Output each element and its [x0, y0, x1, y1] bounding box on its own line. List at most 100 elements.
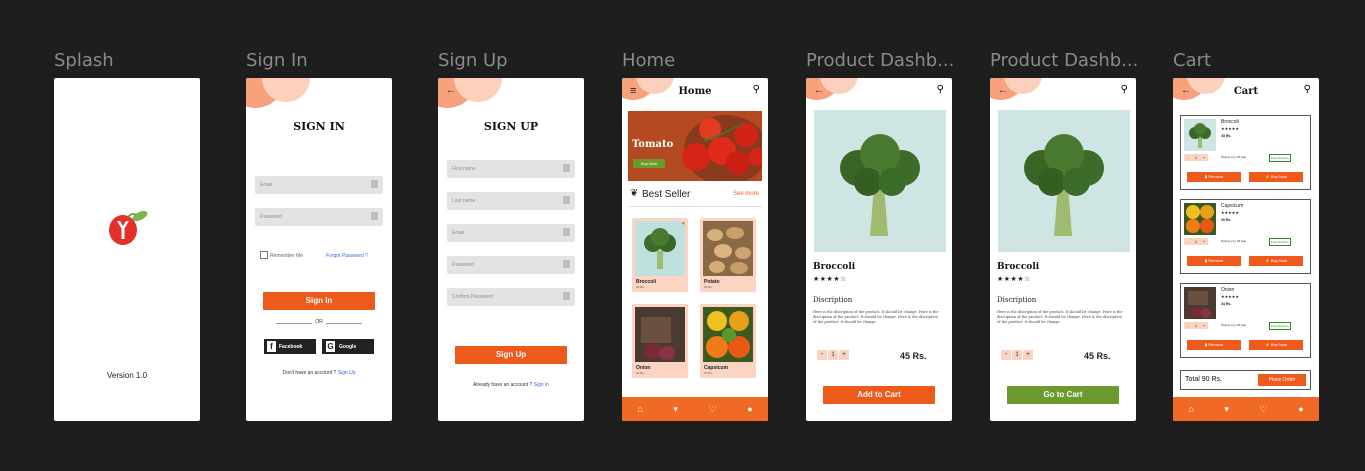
- frame-label-cart: Cart: [1173, 50, 1212, 71]
- qty-plus-button[interactable]: +: [1200, 154, 1208, 161]
- qty-plus-button[interactable]: +: [839, 350, 849, 360]
- product-screen: ← ⚲ Broccoli ★★★★☆ Discription Here is t…: [990, 78, 1136, 421]
- bolt-icon: ⚡: [1264, 258, 1270, 263]
- lastname-placeholder: Last name: [452, 198, 476, 204]
- forgot-password-link[interactable]: Forgot Password ?: [326, 253, 368, 259]
- signup-link[interactable]: Sign Up: [338, 370, 356, 376]
- cart-title: Cart: [1233, 86, 1259, 97]
- qty-minus-button[interactable]: -: [817, 350, 827, 360]
- signup-screen: ← SIGN UP First name Last name Email Pas…: [438, 78, 584, 421]
- qty-minus-button[interactable]: -: [1001, 350, 1011, 360]
- qty-plus-button[interactable]: +: [1200, 322, 1208, 329]
- firstname-field[interactable]: First name: [447, 160, 575, 178]
- divider: [628, 206, 762, 207]
- qty-plus-button[interactable]: +: [1200, 238, 1208, 245]
- product-price: 45 Rs.: [1084, 351, 1111, 361]
- see-more-link[interactable]: See more: [733, 191, 759, 197]
- quantity-stepper: -1 +: [1184, 322, 1208, 329]
- splash-screen: Version 1.0: [54, 78, 200, 421]
- signup-button[interactable]: Sign Up: [455, 346, 567, 364]
- description-heading: Discription: [997, 296, 1037, 304]
- free-delivery-badge: Free Delivery: [1269, 322, 1291, 330]
- onion-image: [635, 307, 685, 362]
- item-price: 45 Rs.: [1221, 134, 1232, 138]
- remove-button[interactable]: ▮ Remove: [1187, 256, 1241, 266]
- item-stars: ★★★★★: [1221, 210, 1239, 215]
- signin-button[interactable]: Sign In: [263, 292, 375, 310]
- lastname-field[interactable]: Last name: [447, 192, 575, 210]
- remove-button[interactable]: ▮ Remove: [1187, 172, 1241, 182]
- rating-stars: ★★★★☆: [997, 276, 1031, 283]
- cart-item-onion: Onion ★★★★★ 34 Rs. -1 + Delivery by 18 Se…: [1180, 283, 1311, 358]
- total-text: Total 90 Rs.: [1185, 376, 1222, 383]
- add-to-cart-button[interactable]: Add to Cart: [823, 386, 935, 404]
- profile-icon[interactable]: ●: [747, 404, 752, 414]
- signin-link[interactable]: Sign in: [534, 382, 549, 388]
- buy-label: Buy Now: [1271, 342, 1288, 347]
- product-name: Broccoli: [997, 262, 1040, 272]
- qty-plus-button[interactable]: +: [1023, 350, 1033, 360]
- product-card-capsicum[interactable]: Capsicum 27 Rs.: [700, 304, 756, 378]
- trash-icon: ▮: [1204, 342, 1208, 347]
- back-arrow-icon[interactable]: ←: [998, 85, 1008, 96]
- qty-value: 1: [828, 350, 838, 360]
- go-to-cart-button[interactable]: Go to Cart: [1007, 386, 1119, 404]
- bottom-nav: ⌂ ▾ ♡ ●: [1173, 397, 1319, 421]
- item-name: Broccoli: [1221, 119, 1239, 125]
- potato-image: [703, 221, 753, 276]
- product-card-onion[interactable]: Onion 34 Rs.: [632, 304, 688, 378]
- item-name: Capsicum: [1221, 203, 1244, 209]
- mail-icon: [563, 228, 570, 236]
- promo-banner[interactable]: Tomato Buy Now: [628, 111, 762, 181]
- section-title: Best Seller: [642, 189, 691, 200]
- buy-now-button[interactable]: ⚡ Buy Now: [1249, 256, 1303, 266]
- qty-minus-button[interactable]: -: [1184, 238, 1192, 245]
- remove-label: Remove: [1208, 174, 1224, 179]
- qty-value: 1: [1192, 154, 1200, 161]
- order-summary: Total 90 Rs. Place Order: [1180, 370, 1311, 390]
- qty-minus-button[interactable]: -: [1184, 154, 1192, 161]
- back-arrow-icon[interactable]: ←: [814, 85, 824, 96]
- banner-buy-button[interactable]: Buy Now: [633, 159, 665, 168]
- place-order-button[interactable]: Place Order: [1258, 374, 1306, 386]
- facebook-icon: f: [267, 341, 276, 352]
- qty-value: 1: [1192, 238, 1200, 245]
- home-icon[interactable]: ⌂: [1188, 404, 1193, 414]
- remember-checkbox[interactable]: [260, 251, 268, 259]
- heart-icon[interactable]: ♡: [709, 404, 717, 415]
- remove-button[interactable]: ▮ Remove: [1187, 340, 1241, 350]
- heart-icon[interactable]: ♥: [682, 221, 685, 227]
- password-field[interactable]: Password: [255, 208, 383, 226]
- home-icon[interactable]: ⌂: [637, 404, 642, 414]
- qty-minus-button[interactable]: -: [1184, 322, 1192, 329]
- cart-icon[interactable]: ▾: [1224, 404, 1229, 415]
- onion-image: [1184, 287, 1216, 319]
- rating-stars: ★★★★☆: [813, 276, 847, 283]
- back-arrow-icon[interactable]: ←: [446, 85, 456, 96]
- leaf-icon: ❦: [630, 188, 639, 199]
- product-card-broccoli[interactable]: ♥ Broccoli 45 Rs.: [632, 218, 688, 292]
- lock-icon: [563, 260, 570, 268]
- confirm-password-field[interactable]: Confirm Password: [447, 288, 575, 306]
- email-field[interactable]: Email: [447, 224, 575, 242]
- buy-label: Buy Now: [1271, 258, 1288, 263]
- email-field[interactable]: Email: [255, 176, 383, 194]
- frame-label-signup: Sign Up: [438, 50, 508, 71]
- password-field[interactable]: Password: [447, 256, 575, 274]
- capsicum-image: [1184, 203, 1216, 235]
- signup-title: SIGN UP: [483, 120, 539, 133]
- cart-icon[interactable]: ▾: [673, 404, 678, 415]
- product-price: 45 Rs.: [636, 285, 645, 289]
- facebook-button[interactable]: f Facebook: [264, 339, 316, 354]
- google-button[interactable]: G Google: [322, 339, 374, 354]
- search-icon[interactable]: ⚲: [1304, 84, 1311, 95]
- heart-icon[interactable]: ♡: [1260, 404, 1268, 415]
- profile-icon[interactable]: ●: [1298, 404, 1303, 414]
- product-card-potato[interactable]: Potato 30 Rs.: [700, 218, 756, 292]
- buy-now-button[interactable]: ⚡ Buy Now: [1249, 172, 1303, 182]
- search-icon[interactable]: ⚲: [937, 84, 944, 95]
- search-icon[interactable]: ⚲: [753, 84, 760, 95]
- buy-now-button[interactable]: ⚡ Buy Now: [1249, 340, 1303, 350]
- search-icon[interactable]: ⚲: [1121, 84, 1128, 95]
- password-placeholder: Password: [260, 214, 282, 220]
